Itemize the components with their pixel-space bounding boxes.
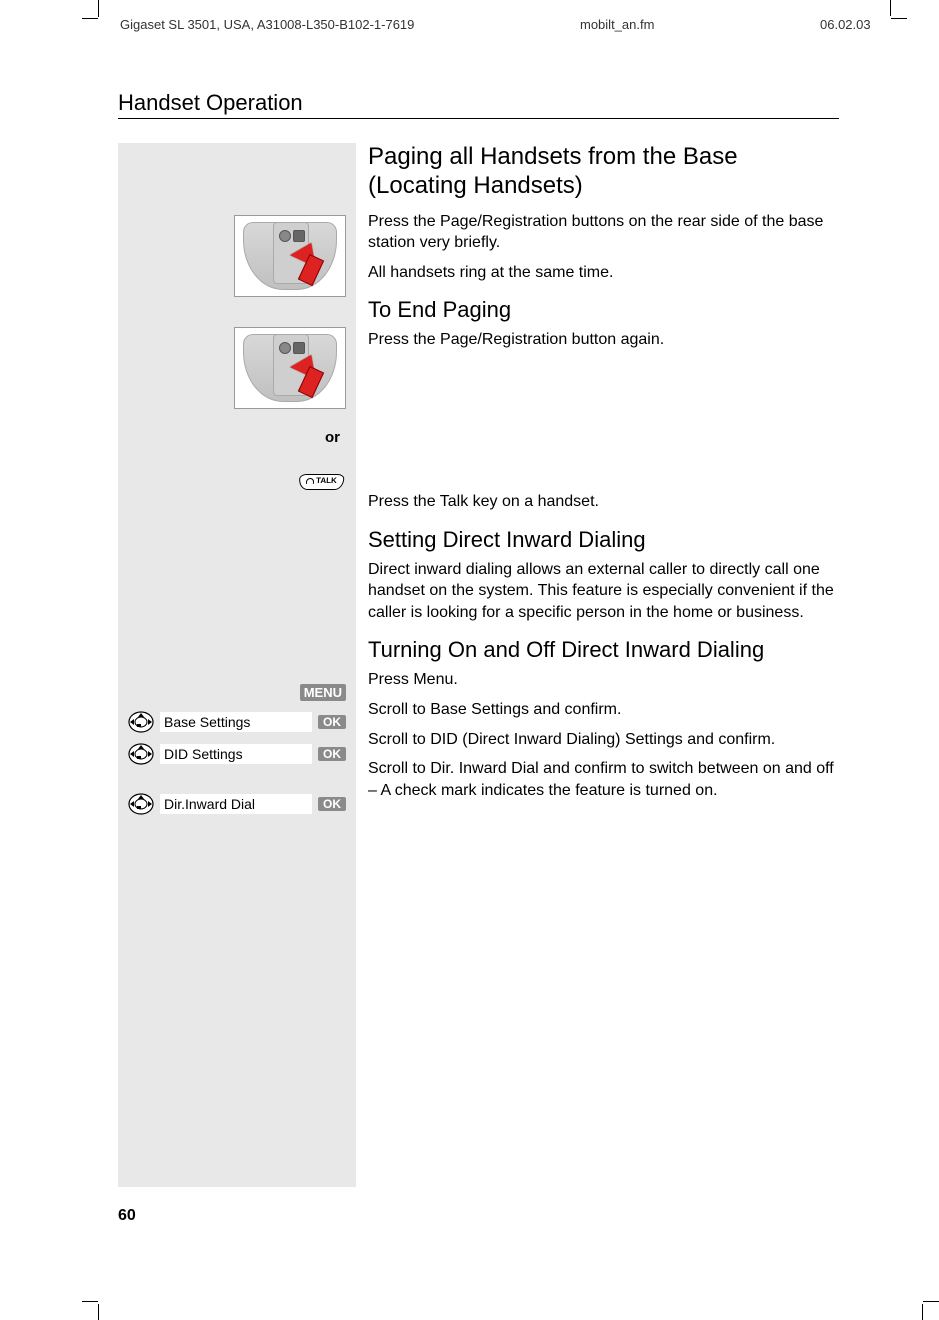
- heading-did-toggle: Turning On and Off Direct Inward Dialing: [368, 637, 839, 663]
- para-dir-inward: Scroll to Dir. Inward Dial and confirm t…: [368, 758, 839, 801]
- heading-did: Setting Direct Inward Dialing: [368, 527, 839, 553]
- page-number: 60: [118, 1207, 839, 1225]
- para-did-intro: Direct inward dialing allows an external…: [368, 559, 839, 624]
- ok-softkey-badge: OK: [318, 747, 346, 761]
- heading-paging: Paging all Handsets from the Base (Locat…: [368, 143, 839, 201]
- nav-key-icon: [128, 743, 154, 765]
- para-all-ring: All handsets ring at the same time.: [368, 262, 839, 284]
- or-label: or: [128, 429, 346, 446]
- para-menu: Press Menu.: [368, 669, 839, 691]
- ok-softkey-badge: OK: [318, 715, 346, 729]
- step-label: DID Settings: [160, 744, 312, 764]
- step-base-settings: Base Settings OK: [128, 711, 346, 733]
- step-did-settings: DID Settings OK: [128, 743, 346, 765]
- step-label: Base Settings: [160, 712, 312, 732]
- crop-marks-bottom: [0, 1290, 939, 1320]
- para-press-again: Press the Page/Registration button again…: [368, 329, 839, 351]
- nav-key-icon: [128, 711, 154, 733]
- heading-end-paging: To End Paging: [368, 297, 839, 323]
- right-text-column: Paging all Handsets from the Base (Locat…: [356, 143, 839, 809]
- ok-softkey-badge: OK: [318, 797, 346, 811]
- menu-softkey-badge: MENU: [300, 684, 346, 701]
- section-title: Handset Operation: [118, 90, 839, 119]
- para-did-settings: Scroll to DID (Direct Inward Dialing) Se…: [368, 729, 839, 751]
- talk-key-icon: TALK: [299, 474, 345, 490]
- base-station-illustration-2: [234, 327, 346, 409]
- nav-key-icon: [128, 793, 154, 815]
- base-station-illustration-1: [234, 215, 346, 297]
- para-base-settings: Scroll to Base Settings and confirm.: [368, 699, 839, 721]
- para-press-page: Press the Page/Registration buttons on t…: [368, 211, 839, 254]
- para-press-talk: Press the Talk key on a handset.: [368, 491, 839, 513]
- step-label: Dir.Inward Dial: [160, 794, 312, 814]
- left-instruction-column: or TALK MENU Base Settings OK: [118, 143, 356, 1187]
- crop-marks-top: Gigaset SL 3501, USA, A31008-L350-B102-1…: [0, 0, 939, 30]
- step-dir-inward-dial: Dir.Inward Dial OK: [128, 793, 346, 815]
